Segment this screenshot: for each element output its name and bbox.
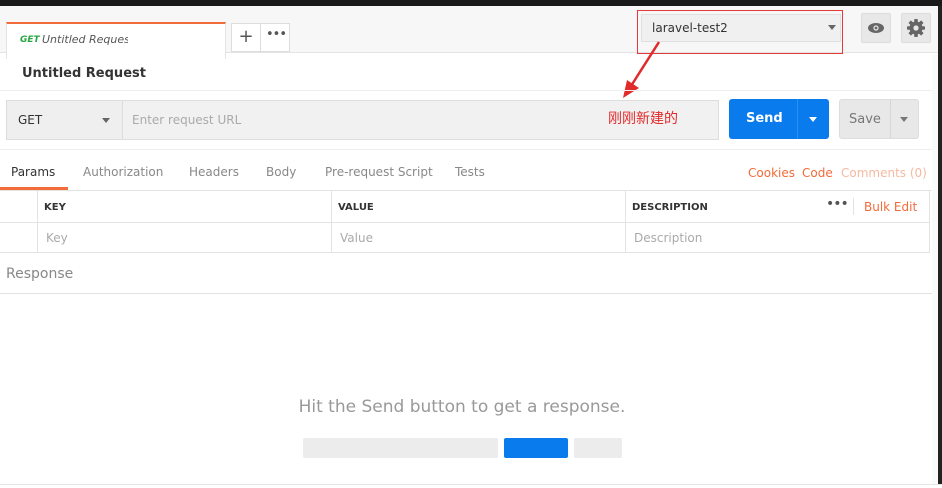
plus-icon[interactable]: +	[232, 24, 261, 51]
save-label: Save	[849, 112, 881, 127]
eye-icon	[868, 23, 884, 33]
tab-body[interactable]: Body	[266, 165, 296, 179]
settings-button[interactable]	[901, 13, 931, 43]
send-split-divider	[797, 99, 798, 139]
environment-select[interactable]: laravel-test2	[641, 14, 841, 42]
eye-button[interactable]	[861, 13, 891, 43]
window-bottom-edge	[0, 484, 942, 488]
method-select[interactable]: GET	[6, 100, 123, 140]
params-table: KEY VALUE DESCRIPTION ••• Bulk Edit Key …	[0, 190, 930, 253]
code-link[interactable]: Code	[802, 166, 833, 180]
response-label: Response	[6, 266, 74, 282]
tab-headers[interactable]: Headers	[189, 165, 239, 179]
row-divider	[0, 222, 930, 223]
placeholder-bar	[303, 438, 498, 458]
bulk-edit-link[interactable]: Bulk Edit	[864, 200, 917, 214]
more-icon[interactable]: •••	[262, 24, 290, 51]
key-input[interactable]: Key	[46, 231, 68, 245]
tab-params[interactable]: Params	[11, 165, 55, 179]
comments-link[interactable]: Comments (0)	[841, 166, 927, 180]
method-label: GET	[18, 113, 43, 127]
chevron-down-icon[interactable]	[900, 117, 908, 122]
request-tab[interactable]: GET Untitled Request	[6, 22, 226, 59]
environment-label: laravel-test2	[652, 21, 728, 35]
value-input[interactable]: Value	[340, 231, 373, 245]
chevron-down-icon[interactable]	[809, 117, 817, 122]
column-header-description: DESCRIPTION	[632, 202, 708, 213]
cookies-link[interactable]: Cookies	[748, 166, 795, 180]
save-split-divider	[890, 100, 891, 138]
request-tabs: Params Authorization Headers Body Pre-re…	[0, 155, 938, 191]
chevron-down-icon	[102, 118, 110, 123]
tab-controls: + •••	[231, 23, 290, 52]
tab-tests[interactable]: Tests	[455, 165, 485, 179]
more-icon[interactable]: •••	[826, 196, 849, 212]
description-input[interactable]: Description	[634, 231, 702, 245]
save-button[interactable]: Save	[839, 99, 919, 139]
column-header-key: KEY	[44, 202, 66, 213]
placeholder-bar-primary	[504, 438, 568, 458]
bulk-edit-divider	[853, 198, 854, 215]
send-button[interactable]: Send	[729, 99, 829, 139]
tab-authorization[interactable]: Authorization	[83, 165, 163, 179]
window-right-border	[938, 6, 942, 488]
empty-response-message: Hit the Send button to get a response.	[298, 397, 626, 417]
annotation-text: 刚刚新建的	[608, 111, 678, 127]
request-title[interactable]: Untitled Request	[22, 66, 146, 81]
placeholder-bar	[574, 438, 622, 458]
gear-icon	[907, 19, 925, 37]
tab-pre-request-script[interactable]: Pre-request Script	[325, 165, 433, 179]
tab-name: Untitled Request	[42, 33, 128, 46]
chevron-down-icon	[828, 25, 836, 30]
tab-method: GET	[20, 35, 40, 45]
response-header: Response	[0, 253, 938, 294]
send-label: Send	[746, 111, 783, 126]
column-header-value: VALUE	[338, 202, 374, 213]
